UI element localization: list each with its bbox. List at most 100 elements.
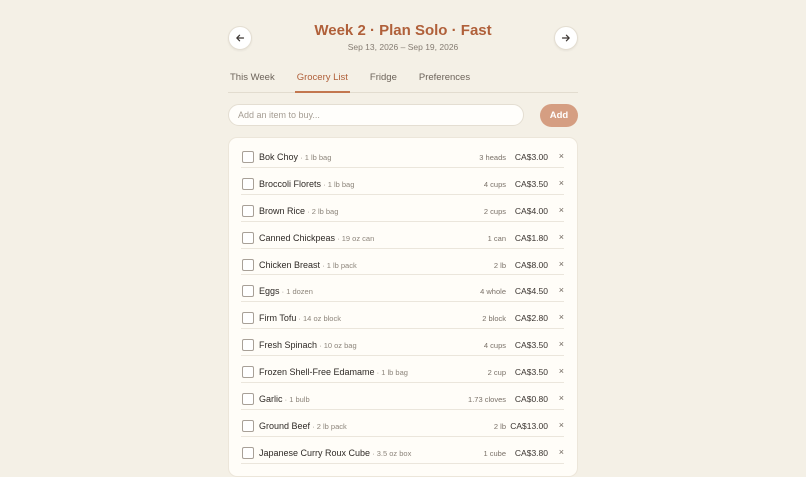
item-price: CA$0.80 <box>514 394 548 405</box>
item-quantity: 1 can <box>487 233 506 243</box>
item-package-separator: · <box>310 421 317 431</box>
grocery-item: Frozen Shell-Free Edamame · 1 lb bag 2 cu… <box>241 356 564 384</box>
item-name: Broccoli Florets <box>259 178 322 189</box>
item-package: 1 dozen <box>286 287 313 297</box>
item-name: Firm Tofu <box>259 313 297 324</box>
item-checkbox[interactable] <box>242 204 254 217</box>
remove-item-button[interactable]: × <box>559 393 564 403</box>
item-name-label: Frozen Shell-Free Edamame · 1 lb bag <box>259 367 408 377</box>
item-quantity: 3 heads <box>479 153 506 162</box>
tab-fridge[interactable]: Fridge <box>370 70 397 92</box>
item-checkbox[interactable] <box>242 312 254 325</box>
remove-item-button[interactable]: × <box>559 339 564 349</box>
item-name-label: Canned Chickpeas · 19 oz can <box>259 233 374 243</box>
tab-grocery-list[interactable]: Grocery List <box>294 70 351 93</box>
item-price: CA$3.50 <box>514 178 548 189</box>
tab-bar: This Week Grocery List Fridge Preference… <box>228 70 578 93</box>
item-package-separator: · <box>370 448 377 458</box>
item-package-separator: · <box>298 153 305 162</box>
item-package-separator: · <box>321 179 328 189</box>
item-price: CA$8.00 <box>514 259 548 270</box>
item-name-label: Broccoli Florets · 1 lb bag <box>259 179 354 189</box>
remove-item-button[interactable]: × <box>559 285 564 295</box>
item-name-label: Fresh Spinach · 10 oz bag <box>259 340 357 350</box>
grocery-item: Chicken Breast · 1 lb pack 2 lb CA$8.00 × <box>241 249 564 276</box>
item-name-label: Firm Tofu · 14 oz block <box>259 313 341 323</box>
remove-item-button[interactable]: × <box>559 366 564 376</box>
week-header: Week 2 · Plan Solo · Fast Sep 13, 2026 –… <box>228 0 578 64</box>
item-package: 2 lb pack <box>316 421 347 431</box>
item-checkbox[interactable] <box>242 258 254 271</box>
item-package: 1 lb bag <box>327 179 355 189</box>
item-price: CA$3.50 <box>514 367 548 378</box>
item-package: 3.5 oz box <box>376 448 412 458</box>
item-checkbox[interactable] <box>242 366 254 379</box>
item-package-separator: · <box>296 314 304 324</box>
item-checkbox[interactable] <box>242 393 254 406</box>
item-package-separator: · <box>305 206 312 216</box>
item-checkbox[interactable] <box>242 231 254 244</box>
item-quantity: 2 lb <box>493 260 506 270</box>
grocery-list: Bok Choy · 1 lb bag 3 heads CA$3.00 × Brocco… <box>228 137 578 477</box>
item-quantity: 2 lb <box>493 421 506 431</box>
item-price: CA$3.00 <box>514 152 548 162</box>
item-price: CA$1.80 <box>514 232 548 243</box>
item-name: Brown Rice <box>259 205 306 216</box>
item-quantity: 2 cups <box>483 206 506 216</box>
item-quantity: 2 cup <box>487 368 506 378</box>
item-name: Chicken Breast <box>259 259 321 270</box>
item-name: Garlic <box>259 394 283 405</box>
grocery-item: Ground Beef · 2 lb pack 2 lb CA$13.00 × <box>241 410 564 437</box>
item-checkbox[interactable] <box>242 446 254 459</box>
item-name: Ground Beef <box>259 420 311 431</box>
item-package: 14 oz block <box>303 314 341 324</box>
item-quantity: 1 cube <box>483 448 506 458</box>
remove-item-button[interactable]: × <box>559 312 564 322</box>
item-checkbox[interactable] <box>242 419 254 432</box>
item-checkbox[interactable] <box>242 285 254 298</box>
remove-item-button[interactable]: × <box>559 420 564 430</box>
item-package: 2 lb bag <box>311 206 339 216</box>
grocery-item: Eggs · 1 dozen 4 whole CA$4.50 × <box>241 275 564 303</box>
item-name-label: Ground Beef · 2 lb pack <box>259 421 347 431</box>
item-package: 10 oz bag <box>323 341 357 351</box>
item-name-label: Brown Rice · 2 lb bag <box>259 206 338 216</box>
item-checkbox[interactable] <box>242 151 254 163</box>
add-item-input[interactable] <box>228 104 524 126</box>
app-container: Week 2 · Plan Solo · Fast Sep 13, 2026 –… <box>228 0 578 477</box>
remove-item-button[interactable]: × <box>559 259 564 269</box>
remove-item-button[interactable]: × <box>559 232 564 242</box>
add-item-button[interactable]: Add <box>540 104 578 127</box>
remove-item-button[interactable]: × <box>559 178 564 188</box>
item-package: 1 bulb <box>289 395 310 405</box>
next-week-button[interactable] <box>554 26 578 50</box>
item-price: CA$4.00 <box>514 205 548 216</box>
grocery-item: Garlic · 1 bulb 1.73 cloves CA$0.80 × <box>241 383 564 410</box>
item-name-label: Garlic · 1 bulb <box>259 394 310 404</box>
tab-this-week[interactable]: This Week <box>230 70 275 92</box>
remove-item-button[interactable]: × <box>559 205 564 215</box>
item-name: Eggs <box>259 286 280 297</box>
item-price: CA$2.80 <box>514 313 548 324</box>
item-name: Fresh Spinach <box>259 340 318 351</box>
grocery-item: Brown Rice · 2 lb bag 2 cups CA$4.00 × <box>241 195 564 222</box>
item-package-separator: · <box>320 260 327 270</box>
item-name: Bok Choy <box>259 152 299 162</box>
item-name-label: Bok Choy · 1 lb bag <box>259 152 331 162</box>
item-price: CA$3.50 <box>514 340 548 351</box>
item-quantity: 4 cups <box>483 341 506 351</box>
item-checkbox[interactable] <box>242 177 254 190</box>
item-checkbox[interactable] <box>242 339 254 352</box>
item-package: 1 lb bag <box>304 153 332 162</box>
remove-item-button[interactable]: × <box>559 447 564 457</box>
remove-item-button[interactable]: × <box>559 151 564 161</box>
item-price: CA$3.80 <box>514 447 548 458</box>
item-name-label: Eggs · 1 dozen <box>259 286 313 296</box>
item-quantity: 4 whole <box>480 287 506 297</box>
page-title: Week 2 · Plan Solo · Fast <box>314 22 492 39</box>
item-price: CA$4.50 <box>514 286 548 297</box>
item-name: Frozen Shell-Free Edamame <box>259 367 375 378</box>
tab-preferences[interactable]: Preferences <box>419 70 470 92</box>
item-package-separator: · <box>335 233 342 243</box>
item-package-separator: · <box>317 341 324 351</box>
